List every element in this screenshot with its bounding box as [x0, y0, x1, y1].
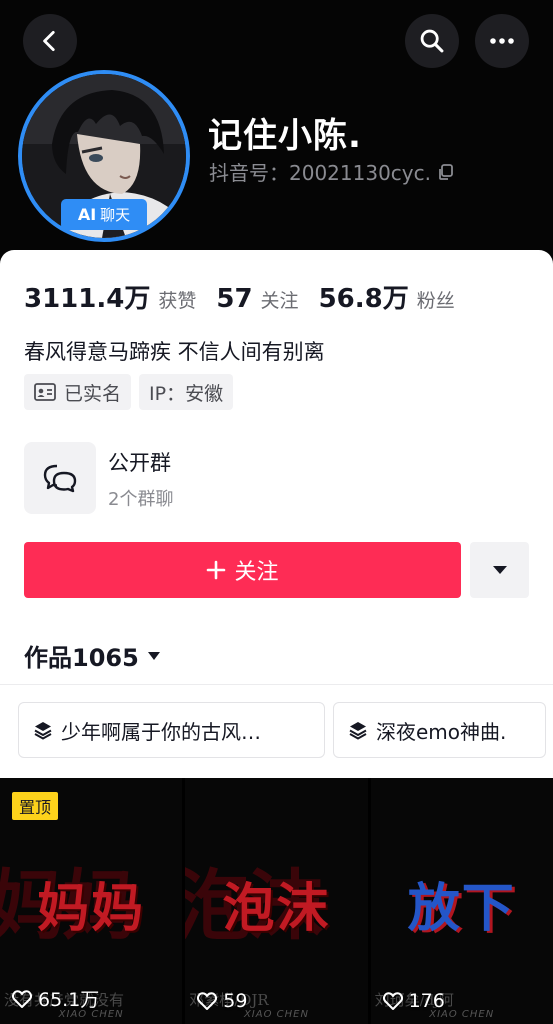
collection-chip[interactable]: 深夜emo神曲.	[333, 702, 546, 758]
search-button[interactable]	[405, 14, 459, 68]
video-likes: 65.1万	[12, 985, 99, 1012]
ai-badge-ai-text: AI	[77, 205, 97, 224]
verified-label: 已实名	[64, 382, 122, 405]
ip-tag: IP：安徽	[139, 374, 234, 410]
follow-button[interactable]: 关注	[24, 542, 461, 598]
profile-bio: 春风得意马蹄疾 不信人间有别离	[24, 340, 325, 364]
recommend-dropdown-button[interactable]	[470, 542, 529, 598]
search-icon	[420, 29, 444, 53]
profile-stats: 3111.4万 获赞 57 关注 56.8万 粉丝	[24, 278, 475, 315]
tab-works[interactable]: 作品1065	[24, 638, 161, 673]
chevron-left-icon	[43, 30, 55, 52]
video-likes: 176	[382, 990, 445, 1012]
douyin-id-text: 抖音号：20021130cyc.	[209, 161, 431, 185]
video-likes-count: 59	[223, 990, 248, 1012]
profile-tags: 已实名 IP：安徽	[24, 374, 234, 410]
ai-badge-label: 聊天	[100, 206, 131, 224]
video-title: 妈妈	[37, 878, 146, 939]
id-card-icon	[34, 383, 56, 401]
followers-count[interactable]: 56.8万	[319, 278, 409, 315]
works-tab-label: 作品1065	[24, 644, 139, 672]
video-title: 泡沫	[222, 878, 331, 939]
more-button[interactable]	[475, 14, 529, 68]
follow-button-label: 关注	[234, 560, 279, 585]
profile-header: AI 聊天 记住小陈. 抖音号：20021130cyc.	[0, 0, 553, 270]
copy-icon[interactable]	[437, 163, 455, 181]
layers-icon	[349, 722, 367, 740]
video-tile[interactable]: 放下 刘珂矣/dj阿 XIAO CHEN 176	[370, 778, 553, 1024]
more-dots-icon	[490, 38, 514, 44]
group-chat-icon	[43, 464, 77, 493]
profile-nickname: 记住小陈.	[208, 116, 362, 156]
verified-tag: 已实名	[24, 374, 132, 410]
collection-label: 少年啊属于你的古风…	[61, 719, 261, 744]
caret-down-icon	[147, 651, 160, 660]
likes-label: 获赞	[158, 290, 197, 312]
group-title[interactable]: 公开群	[108, 447, 171, 477]
ai-chat-badge[interactable]: AI 聊天	[61, 199, 147, 230]
caret-down-icon	[492, 566, 507, 574]
video-tile[interactable]: 妈妈 妈妈 置顶 没有共产党就没有 XIAO CHEN 65.1万	[0, 778, 183, 1024]
profile-card: 3111.4万 获赞 57 关注 56.8万 粉丝 春风得意马蹄疾 不信人间有别…	[0, 250, 553, 778]
layers-icon	[34, 722, 52, 740]
divider	[0, 684, 553, 685]
pinned-badge: 置顶	[12, 792, 59, 820]
collections-row: 少年啊属于你的古风… 深夜emo神曲.	[18, 702, 546, 758]
video-title: 放下	[407, 878, 516, 939]
heart-icon	[12, 989, 32, 1008]
group-chat-entry[interactable]	[24, 442, 96, 514]
heart-icon	[197, 992, 218, 1010]
back-button[interactable]	[23, 14, 77, 68]
following-label[interactable]: 关注	[261, 286, 299, 313]
heart-icon	[382, 992, 403, 1010]
likes-count: 3111.4万	[24, 284, 151, 314]
douyin-id: 抖音号：20021130cyc.	[209, 157, 455, 186]
group-subtitle: 2个群聊	[108, 489, 174, 510]
ip-label: IP：安徽	[149, 382, 224, 405]
video-tile[interactable]: 泡沫 泡沫 邓紫棋/DJR XIAO CHEN 59	[185, 778, 368, 1024]
video-likes-count: 176	[408, 990, 445, 1012]
followers-label[interactable]: 粉丝	[417, 286, 455, 313]
collection-label: 深夜emo神曲.	[376, 719, 507, 744]
collection-chip[interactable]: 少年啊属于你的古风…	[18, 702, 325, 758]
video-grid: 妈妈 妈妈 置顶 没有共产党就没有 XIAO CHEN 65.1万 泡沫 泡沫 …	[0, 778, 553, 1024]
plus-icon	[207, 560, 226, 580]
video-likes-count: 65.1万	[38, 989, 100, 1011]
following-count[interactable]: 57	[216, 284, 252, 314]
video-likes: 59	[197, 990, 247, 1012]
